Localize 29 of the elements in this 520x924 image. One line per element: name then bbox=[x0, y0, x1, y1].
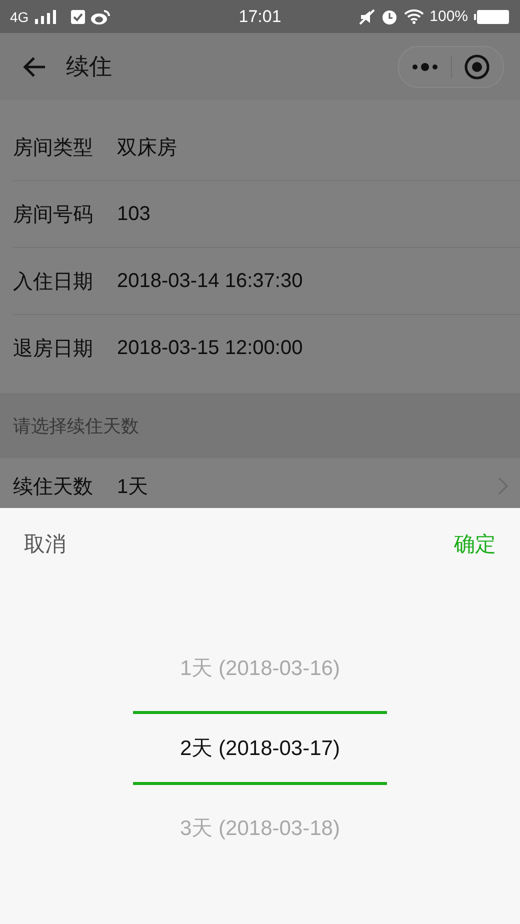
close-target-icon[interactable] bbox=[464, 54, 490, 80]
field-value: 双床房 bbox=[117, 136, 177, 160]
cancel-button[interactable]: 取消 bbox=[24, 530, 66, 558]
field-label: 房间号码 bbox=[13, 202, 93, 228]
field-label: 退房日期 bbox=[13, 336, 93, 362]
network-label: 4G bbox=[10, 8, 29, 24]
field-value: 2018-03-14 16:37:30 bbox=[117, 270, 303, 292]
battery-percent: 100% bbox=[430, 8, 468, 25]
stay-label: 续住天数 bbox=[13, 474, 93, 500]
signal-icon bbox=[34, 10, 59, 24]
field-label: 入住日期 bbox=[13, 270, 93, 294]
wifi-icon bbox=[404, 9, 424, 24]
section-header: 请选择续住天数 bbox=[0, 393, 520, 458]
picker-option[interactable]: 1天 (2018-03-16) bbox=[133, 625, 387, 711]
picker-option[interactable]: 3天 (2018-03-18) bbox=[133, 785, 387, 871]
stay-value: 1天 bbox=[117, 474, 150, 500]
more-icon[interactable] bbox=[410, 62, 439, 70]
picker-option[interactable]: 2天 (2018-03-17) bbox=[133, 711, 387, 785]
field-value: 2018-03-15 12:00:00 bbox=[117, 336, 303, 360]
page-title: 续住 bbox=[66, 52, 113, 81]
field-value: 103 bbox=[117, 202, 150, 226]
confirm-button[interactable]: 确定 bbox=[454, 530, 496, 558]
field-label: 房间类型 bbox=[13, 136, 93, 160]
checklist-icon bbox=[70, 9, 85, 24]
mute-icon bbox=[358, 8, 375, 24]
alarm-icon bbox=[380, 8, 398, 25]
battery-icon bbox=[474, 8, 510, 24]
back-arrow-icon[interactable] bbox=[22, 56, 46, 78]
clock-time: 17:01 bbox=[238, 6, 282, 26]
